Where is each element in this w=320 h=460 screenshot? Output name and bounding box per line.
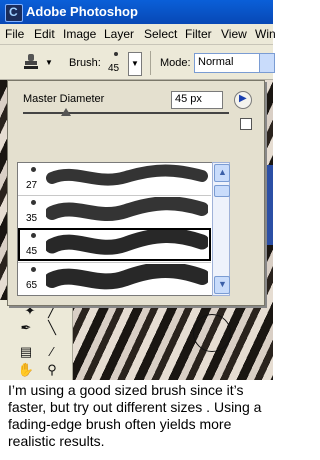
toolbox: ✦ ╱ ✒ ╲ ▤ ⁄ ✋ ⚲ (0, 300, 73, 380)
title-bar: C Adobe Photoshop (0, 0, 273, 24)
brush-preset-65[interactable]: 65 (18, 263, 211, 294)
brush-tip-icon (31, 200, 36, 205)
new-preset-icon[interactable] (240, 118, 252, 130)
line-tool-icon[interactable]: ╲ (42, 318, 62, 338)
brush-tip-icon (31, 167, 36, 172)
options-bar: ▼ Brush: 45 ▼ Mode: Normal (0, 45, 275, 80)
zoom-tool-icon[interactable]: ⚲ (42, 360, 62, 380)
notes-tool-icon[interactable]: ▤ (16, 342, 36, 362)
master-diameter-value: 45 px (175, 93, 202, 105)
diameter-slider-track[interactable] (23, 112, 229, 114)
master-diameter-label: Master Diameter (23, 93, 105, 105)
app-icon-glyph: C (9, 5, 18, 19)
brush-preset-35[interactable]: 35 (18, 196, 211, 227)
brush-preset-45-selected[interactable]: 45 (18, 228, 211, 261)
menu-filter[interactable]: Filter (185, 27, 212, 41)
brush-preset-27[interactable]: 27 (18, 163, 211, 194)
mode-select[interactable]: Normal (194, 53, 275, 73)
brush-size-value[interactable]: 45 (108, 63, 119, 74)
chevron-down-icon[interactable] (259, 54, 274, 72)
brush-label: Brush: (69, 57, 101, 69)
pen-tool-icon[interactable]: ✒ (16, 318, 36, 338)
brush-tip-icon (31, 267, 36, 272)
arrow-right-icon: ▶ (239, 93, 247, 104)
mode-value: Normal (198, 56, 234, 68)
brush-preset-size: 35 (26, 213, 38, 224)
brush-preset-size: 65 (26, 280, 38, 291)
brush-preset-size: 27 (26, 180, 38, 191)
menu-window[interactable]: Win (255, 27, 276, 41)
brush-preview-icon[interactable] (114, 52, 118, 56)
window-title: Adobe Photoshop (26, 4, 138, 19)
brush-preset-size: 45 (26, 246, 38, 257)
scrollbar-thumb[interactable] (214, 185, 230, 197)
mode-label: Mode: (160, 57, 191, 69)
brush-preset-list: 27 35 45 65 (17, 162, 214, 296)
brush-stroke-preview (46, 230, 208, 255)
scroll-up-button[interactable]: ▲ (214, 164, 230, 182)
menu-bar: File Edit Image Layer Select Filter View… (0, 24, 276, 45)
brush-cursor-icon (193, 314, 231, 352)
clone-stamp-tool-icon[interactable] (22, 53, 40, 71)
brush-stroke-preview (46, 264, 208, 290)
palette-menu-button[interactable]: ▶ (234, 91, 252, 109)
diameter-slider-thumb[interactable] (61, 108, 71, 116)
brush-preset-palette: Master Diameter 45 px ▶ 27 35 45 65 ▲ ▼ (7, 80, 265, 306)
menu-view[interactable]: View (221, 27, 247, 41)
tutorial-caption: I’m using a good sized brush since it’s … (8, 382, 262, 449)
photoshop-app-icon[interactable]: C (5, 4, 23, 22)
eyedropper-tool-icon[interactable]: ⁄ (42, 342, 62, 362)
chevron-down-icon: ▼ (218, 279, 227, 289)
scroll-down-button[interactable]: ▼ (214, 276, 230, 294)
brush-stroke-preview (46, 197, 208, 221)
menu-image[interactable]: Image (63, 27, 96, 41)
hand-tool-icon[interactable]: ✋ (16, 360, 36, 380)
menu-layer[interactable]: Layer (104, 27, 134, 41)
brush-tip-icon (31, 233, 36, 238)
brush-picker-button[interactable]: ▼ (128, 52, 142, 76)
menu-select[interactable]: Select (144, 27, 177, 41)
divider (150, 51, 151, 75)
brush-list-scrollbar[interactable]: ▲ ▼ (212, 162, 230, 296)
brush-stroke-preview (46, 164, 208, 186)
tool-preset-arrow-icon[interactable]: ▼ (45, 58, 53, 67)
menu-file[interactable]: File (5, 27, 24, 41)
master-diameter-input[interactable]: 45 px (171, 91, 223, 109)
chevron-down-icon: ▼ (131, 59, 139, 68)
menu-edit[interactable]: Edit (34, 27, 55, 41)
chevron-up-icon: ▲ (218, 167, 227, 177)
